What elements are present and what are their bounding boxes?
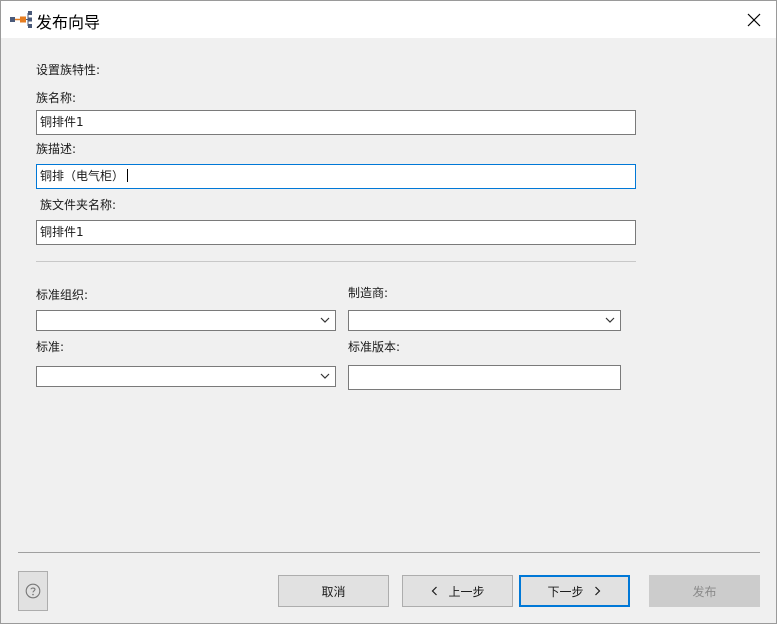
- standard-label: 标准:: [36, 340, 65, 354]
- chevron-left-icon: [432, 586, 438, 596]
- manufacturer-select[interactable]: [348, 310, 621, 331]
- standard-version-input[interactable]: [348, 365, 621, 390]
- family-desc-value: 铜排（电气柜）: [40, 169, 125, 183]
- chevron-down-icon: [320, 317, 330, 323]
- folder-name-value: 铜排件1: [40, 225, 84, 239]
- next-label: 下一步: [547, 584, 584, 599]
- cancel-button[interactable]: 取消: [278, 575, 389, 607]
- prev-button[interactable]: 上一步: [402, 575, 513, 607]
- text-caret: [127, 169, 129, 182]
- folder-name-input[interactable]: 铜排件1: [36, 220, 636, 245]
- publish-button[interactable]: 发布: [649, 575, 760, 607]
- section-heading: 设置族特性:: [36, 63, 101, 77]
- publish-label: 发布: [692, 584, 717, 599]
- footer-divider: [18, 552, 760, 553]
- standard-org-select[interactable]: [36, 310, 336, 331]
- chevron-right-icon: [594, 586, 600, 596]
- family-name-value: 铜排件1: [40, 115, 84, 129]
- next-button[interactable]: 下一步: [519, 575, 630, 607]
- wizard-flow-icon: [10, 11, 32, 28]
- folder-name-label: 族文件夹名称:: [40, 198, 117, 212]
- window-title: 发布向导: [36, 13, 101, 32]
- title-bar: 发布向导: [1, 1, 776, 38]
- standard-select[interactable]: [36, 366, 336, 387]
- family-desc-label: 族描述:: [36, 142, 77, 156]
- standard-version-label: 标准版本:: [348, 340, 401, 354]
- question-circle-icon: [25, 583, 41, 599]
- family-name-input[interactable]: 铜排件1: [36, 110, 636, 135]
- cancel-label: 取消: [321, 584, 346, 599]
- help-button[interactable]: [18, 571, 48, 611]
- prev-label: 上一步: [448, 584, 485, 599]
- standard-org-label: 标准组织:: [36, 288, 89, 302]
- manufacturer-label: 制造商:: [348, 286, 389, 300]
- chevron-down-icon: [320, 373, 330, 379]
- close-icon: [747, 13, 761, 26]
- section-divider: [36, 261, 636, 262]
- chevron-down-icon: [605, 317, 615, 323]
- publish-wizard-dialog: 发布向导 设置族特性: 族名称: 铜排件1 族描述: 铜排（电气柜） 族文件夹名…: [0, 0, 777, 624]
- family-name-label: 族名称:: [36, 91, 77, 105]
- family-desc-input[interactable]: 铜排（电气柜）: [36, 164, 636, 189]
- close-button[interactable]: [732, 1, 776, 38]
